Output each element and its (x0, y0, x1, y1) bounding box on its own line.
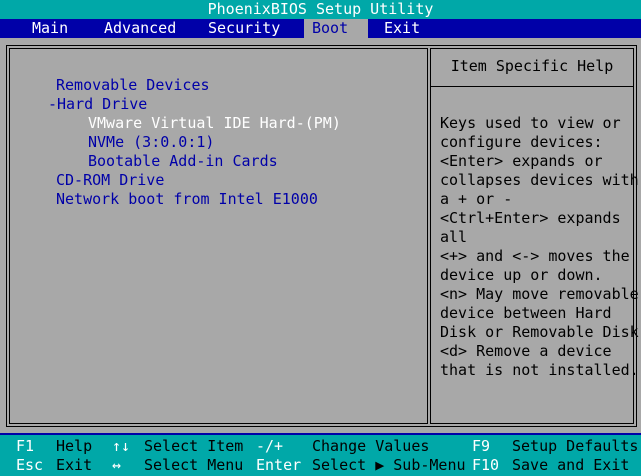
menu-tab-boot[interactable]: Boot (304, 19, 368, 38)
help-line: <n> May move removable (440, 285, 639, 303)
boot-item-network-boot[interactable]: Network boot from Intel E1000 (56, 190, 318, 209)
f1-key[interactable]: F1 (16, 437, 34, 456)
boot-item-hard-drive[interactable]: -Hard Drive (48, 95, 147, 114)
help-line: Keys used to view or (440, 114, 621, 132)
esc-desc: Exit (56, 456, 93, 474)
plusminus-desc: Change Values (312, 437, 430, 455)
menu-tab-security[interactable]: Security (200, 19, 288, 38)
help-line: device up or down. (440, 266, 603, 284)
boot-item-bootable-addin-cards[interactable]: Bootable Add-in Cards (88, 152, 278, 171)
help-text: Keys used to view or configure devices: … (440, 114, 639, 380)
boot-item-vmware-ide-hard[interactable]: VMware Virtual IDE Hard-(PM) (88, 114, 341, 133)
updown-desc: Select Item (144, 437, 244, 455)
plus-minus-key[interactable]: -/+ (256, 437, 283, 456)
leftright-desc: Select Menu (144, 456, 244, 474)
f9-desc: Setup Defaults (512, 437, 639, 455)
f10-key[interactable]: F10 (472, 456, 499, 475)
help-line: <d> Remove a device (440, 342, 612, 360)
menu-bar: Main Advanced Security Boot Exit (0, 19, 641, 38)
f1-desc: Help (56, 437, 93, 455)
boot-item-nvme[interactable]: NVMe (3:0.0:1) (88, 133, 214, 152)
help-line: device between Hard (440, 304, 612, 322)
menu-tab-exit[interactable]: Exit (376, 19, 428, 38)
f9-key[interactable]: F9 (472, 437, 490, 456)
esc-key[interactable]: Esc (16, 456, 43, 475)
up-down-arrows-icon[interactable]: ↑↓ (112, 437, 130, 456)
help-divider (430, 86, 634, 87)
help-line: <Ctrl+Enter> expands (440, 209, 621, 227)
help-line: configure devices: (440, 133, 603, 151)
help-line: that is not installed. (440, 361, 639, 379)
enter-desc: Select ▶ Sub-Menu (312, 456, 466, 474)
help-line: <+> and <-> moves the (440, 247, 630, 265)
help-line: a + or - (440, 190, 513, 208)
boot-item-removable-devices[interactable]: Removable Devices (56, 76, 210, 95)
window-title: PhoenixBIOS Setup Utility (0, 0, 641, 19)
enter-key[interactable]: Enter (256, 456, 301, 475)
left-right-arrow-icon[interactable]: ↔ (112, 456, 121, 475)
boot-panel: Removable Devices -Hard Drive VMware Vir… (0, 38, 641, 433)
help-line: <Enter> expands or (440, 152, 603, 170)
menu-tab-main[interactable]: Main (24, 19, 76, 38)
help-line: all (440, 228, 468, 246)
boot-item-cdrom-drive[interactable]: CD-ROM Drive (56, 171, 164, 190)
menu-tab-advanced[interactable]: Advanced (96, 19, 184, 38)
key-legend-bar: F1 Help ↑↓ Select Item -/+ Change Values… (0, 435, 641, 476)
help-title: Item Specific Help (450, 57, 614, 75)
help-line: Disk or Removable Disk (440, 323, 639, 341)
help-line: collapses devices with (440, 171, 639, 189)
f10-desc: Save and Exit (512, 456, 630, 474)
